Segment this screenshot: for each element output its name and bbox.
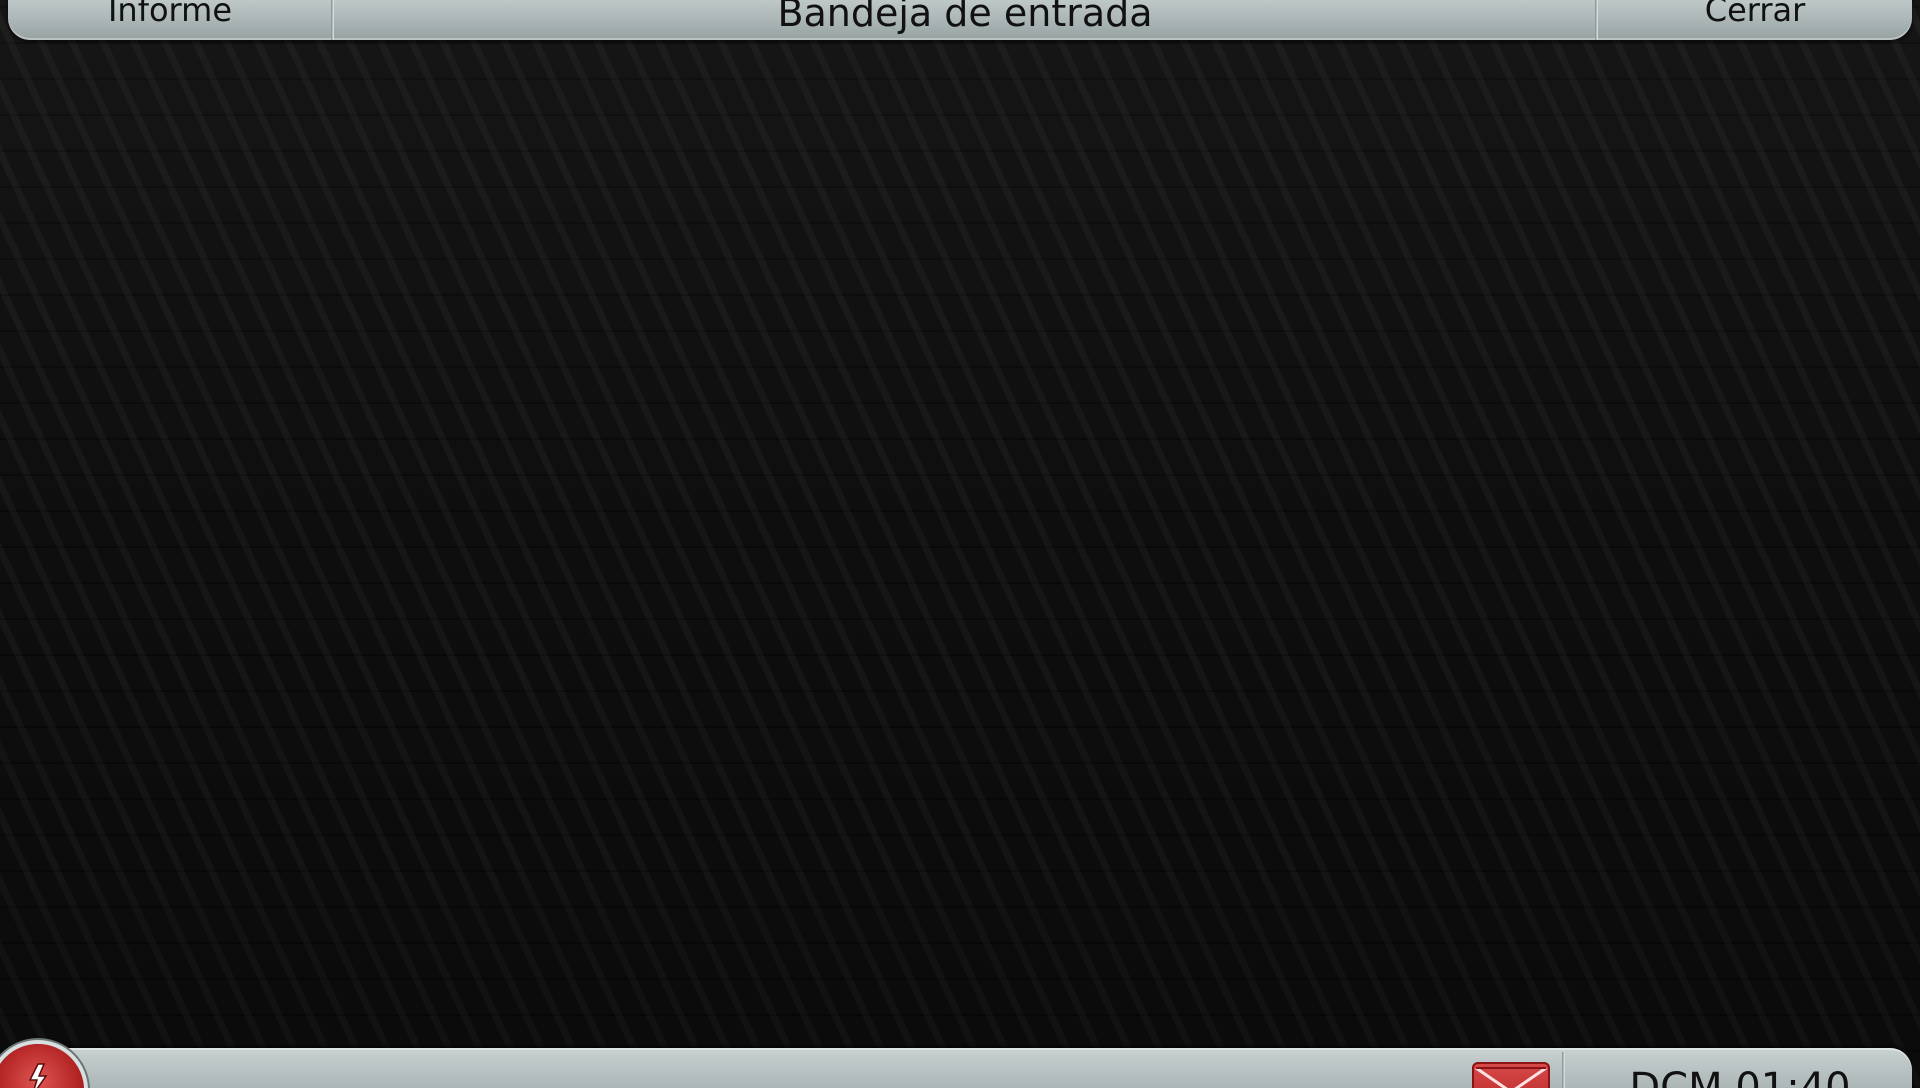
- desktop-screen: Informe Bandeja de entrada Cerrar DCM 01…: [0, 0, 1920, 1088]
- top-bar: Informe Bandeja de entrada Cerrar: [8, 0, 1912, 40]
- taskbar-divider: [1562, 1052, 1565, 1088]
- cerrar-label: Cerrar: [1704, 0, 1806, 29]
- cerrar-button[interactable]: Cerrar: [1598, 0, 1912, 40]
- clock-label: DCM 01:40: [1629, 1065, 1851, 1088]
- mail-button[interactable]: [1472, 1062, 1550, 1088]
- start-orb-icon: [28, 1063, 48, 1088]
- clock: DCM 01:40: [1580, 1062, 1900, 1088]
- informe-button[interactable]: Informe: [8, 0, 332, 40]
- envelope-icon: [1475, 1066, 1547, 1088]
- informe-label: Informe: [107, 0, 232, 29]
- page-title: Bandeja de entrada: [334, 0, 1596, 40]
- page-title-label: Bandeja de entrada: [777, 0, 1153, 35]
